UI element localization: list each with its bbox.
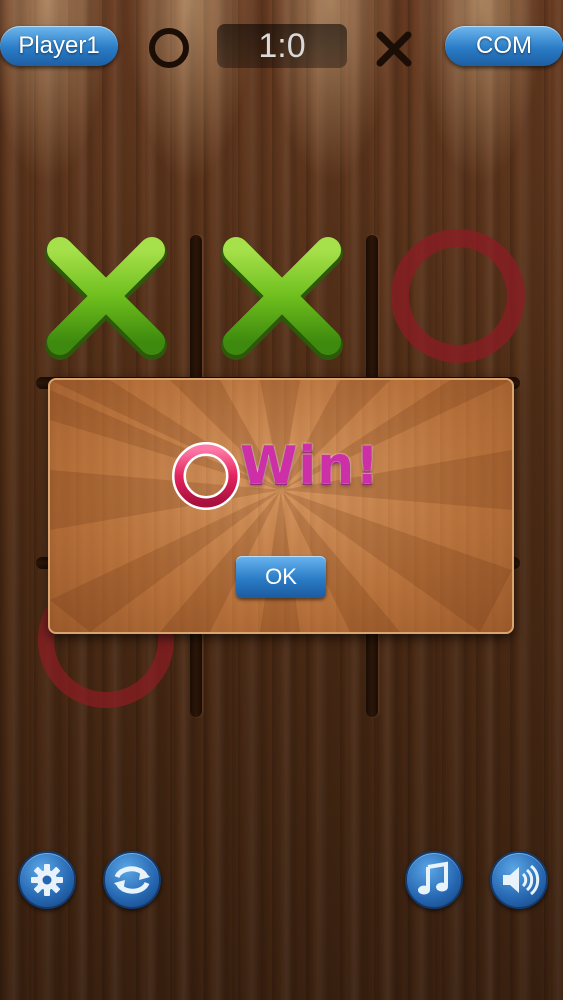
win-text: Win!: [240, 436, 380, 496]
board-cell-1[interactable]: [20, 218, 190, 378]
music-icon: [418, 861, 448, 895]
settings-button[interactable]: [18, 851, 76, 909]
ok-button[interactable]: OK: [236, 556, 326, 598]
player1-circle-icon: [147, 26, 191, 74]
sound-button[interactable]: [490, 851, 548, 909]
score-display: 1:0: [217, 24, 347, 68]
player1-label: Player1: [0, 26, 118, 66]
x-mark-icon: [45, 237, 167, 360]
board-cell-3[interactable]: [376, 218, 546, 378]
gear-icon: [31, 864, 63, 896]
music-button[interactable]: [405, 851, 463, 909]
board-cell-2[interactable]: [196, 218, 366, 378]
com-label: COM: [445, 26, 563, 66]
sound-icon: [503, 864, 540, 896]
win-message: Win!: [170, 436, 400, 510]
com-cross-icon: [372, 27, 416, 75]
restart-icon: [114, 866, 150, 894]
x-mark-icon: [221, 237, 343, 360]
winner-o-icon: [172, 442, 240, 510]
restart-button[interactable]: [103, 851, 161, 909]
o-mark-icon: [391, 229, 525, 363]
